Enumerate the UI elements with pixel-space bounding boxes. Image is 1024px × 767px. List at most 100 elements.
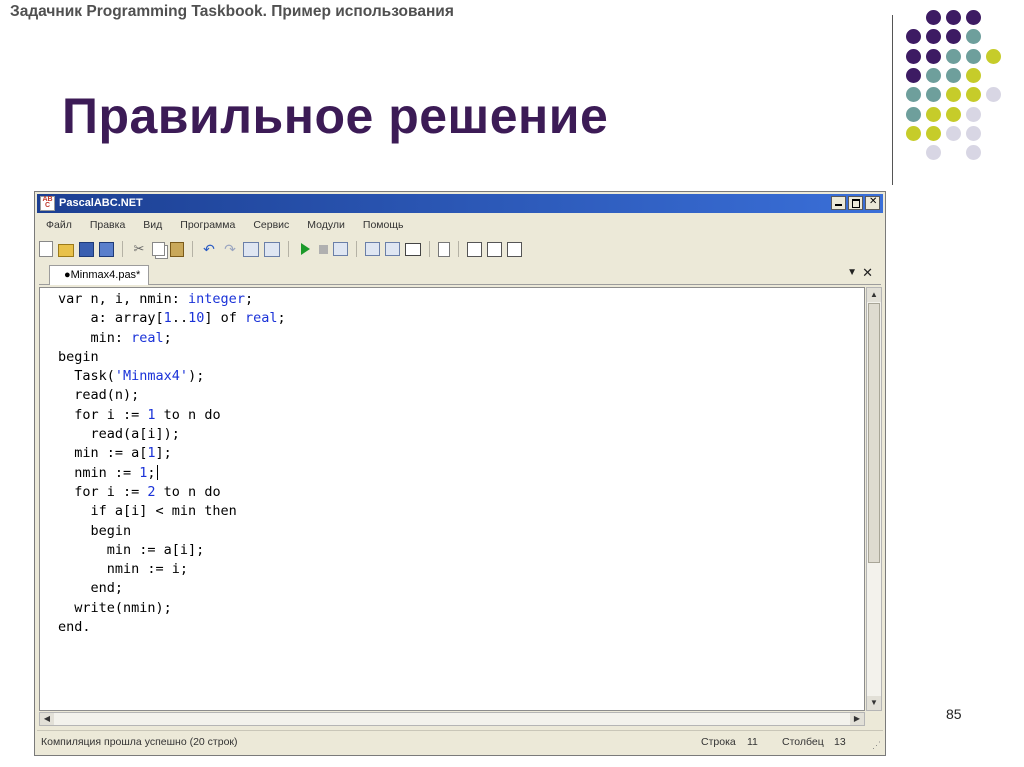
decorative-dot xyxy=(906,67,921,83)
resize-grip-icon[interactable]: ⋰ xyxy=(872,740,881,751)
horizontal-scrollbar[interactable]: ◀ ▶ xyxy=(39,712,865,726)
decorative-dot xyxy=(926,10,941,25)
debug-icon[interactable] xyxy=(333,242,348,256)
tab-list-dropdown-icon[interactable]: ▼ xyxy=(847,267,857,278)
decorative-dot xyxy=(926,48,941,64)
menu-file[interactable]: Файл xyxy=(37,219,81,231)
terminal-icon[interactable] xyxy=(405,242,421,256)
minimize-button[interactable] xyxy=(831,196,846,210)
line-label: Строка xyxy=(701,736,736,748)
decorative-dot xyxy=(986,48,1001,64)
column-label: Столбец xyxy=(782,736,824,748)
menu-program[interactable]: Программа xyxy=(171,219,244,231)
compile-status: Компиляция прошла успешно (20 строк) xyxy=(41,736,238,748)
code-line[interactable]: min := a[1]; xyxy=(58,444,286,463)
text-caret xyxy=(156,465,158,481)
page-number: 85 xyxy=(946,706,962,722)
generate-code-icon[interactable] xyxy=(243,241,259,257)
close-window-button[interactable] xyxy=(865,196,880,210)
code-line[interactable]: read(n); xyxy=(58,386,286,405)
code-line[interactable]: nmin := i; xyxy=(58,560,286,579)
new-file-icon[interactable] xyxy=(39,241,53,257)
vertical-scrollbar[interactable]: ▲ ▼ xyxy=(866,287,882,711)
scroll-thumb[interactable] xyxy=(868,303,880,563)
decorative-dot xyxy=(966,87,981,103)
open-folder-icon[interactable] xyxy=(58,244,74,257)
task-icon[interactable] xyxy=(467,241,482,257)
code-line[interactable]: begin xyxy=(58,348,286,367)
menu-modules[interactable]: Модули xyxy=(298,219,354,231)
code-line[interactable]: nmin := 1; xyxy=(58,464,286,483)
column-value: 13 xyxy=(834,736,846,748)
toolbar-separator xyxy=(288,241,289,257)
tab-minmax4[interactable]: ●Minmax4.pas* xyxy=(49,265,150,285)
decorative-dot xyxy=(926,106,941,122)
decorative-dot xyxy=(946,87,961,103)
decorative-dot xyxy=(946,29,961,45)
format-icon[interactable] xyxy=(264,241,280,257)
title-bar: AB C PascalABC.NET xyxy=(37,194,883,213)
close-tab-icon[interactable]: ✕ xyxy=(862,265,873,281)
code-line[interactable]: Task('Minmax4'); xyxy=(58,367,286,386)
scroll-left-icon[interactable]: ◀ xyxy=(40,713,54,725)
decorative-dot xyxy=(906,106,921,122)
decorative-dot xyxy=(946,67,961,83)
run-icon[interactable] xyxy=(301,243,310,255)
code-line[interactable]: min: real; xyxy=(58,329,286,348)
cut-icon[interactable]: ✂ xyxy=(131,241,147,257)
step-icon[interactable] xyxy=(385,242,400,256)
save-icon[interactable] xyxy=(79,241,94,257)
scroll-up-icon[interactable]: ▲ xyxy=(867,288,881,302)
decorative-dot xyxy=(926,87,941,103)
stop-icon[interactable] xyxy=(319,244,328,254)
task-demo-icon[interactable] xyxy=(487,241,502,257)
scroll-down-icon[interactable]: ▼ xyxy=(867,696,881,710)
copy-icon[interactable] xyxy=(152,242,165,256)
scroll-right-icon[interactable]: ▶ xyxy=(850,713,864,725)
toolbar: ✂ ↶ ↷ xyxy=(39,238,881,260)
toolbar-separator xyxy=(429,241,430,257)
slide-subtitle: Задачник Programming Taskbook. Пример ис… xyxy=(10,3,454,20)
code-editor[interactable]: var n, i, nmin: integer; a: array[1..10]… xyxy=(39,287,865,711)
decorative-dot xyxy=(946,10,961,25)
task-results-icon[interactable] xyxy=(507,241,522,257)
code-line[interactable]: end; xyxy=(58,579,286,598)
menu-edit[interactable]: Правка xyxy=(81,219,134,231)
document-icon[interactable] xyxy=(438,241,450,257)
redo-icon[interactable]: ↷ xyxy=(222,241,238,257)
decorative-dot xyxy=(946,125,961,141)
output-window-icon[interactable] xyxy=(365,242,380,256)
code-line[interactable]: begin xyxy=(58,522,286,541)
decorative-dot xyxy=(906,29,921,45)
decorative-dot xyxy=(906,125,921,141)
paste-icon[interactable] xyxy=(170,241,184,257)
status-bar: Компиляция прошла успешно (20 строк) Стр… xyxy=(37,730,883,753)
menu-bar: Файл Правка Вид Программа Сервис Модули … xyxy=(37,215,883,235)
code-line[interactable]: for i := 1 to n do xyxy=(58,406,286,425)
app-icon: AB C xyxy=(40,196,55,211)
code-line[interactable]: var n, i, nmin: integer; xyxy=(58,290,286,309)
code-line[interactable]: a: array[1..10] of real; xyxy=(58,309,286,328)
decorative-dot xyxy=(926,125,941,141)
decorative-dot xyxy=(966,10,981,25)
code-line[interactable]: if a[i] < min then xyxy=(58,502,286,521)
decorative-dot xyxy=(946,106,961,122)
code-line[interactable]: write(nmin); xyxy=(58,599,286,618)
decorative-dot xyxy=(966,125,981,141)
maximize-button[interactable] xyxy=(848,196,863,210)
code-text[interactable]: var n, i, nmin: integer; a: array[1..10]… xyxy=(58,290,286,637)
decorative-dot xyxy=(946,48,961,64)
code-line[interactable]: end. xyxy=(58,618,286,637)
code-line[interactable]: read(a[i]); xyxy=(58,425,286,444)
code-line[interactable]: for i := 2 to n do xyxy=(58,483,286,502)
menu-service[interactable]: Сервис xyxy=(244,219,298,231)
undo-icon[interactable]: ↶ xyxy=(201,241,217,257)
save-all-icon[interactable] xyxy=(99,241,114,257)
toolbar-separator xyxy=(458,241,459,257)
menu-help[interactable]: Помощь xyxy=(354,219,413,231)
window-controls xyxy=(831,196,880,210)
code-line[interactable]: min := a[i]; xyxy=(58,541,286,560)
menu-view[interactable]: Вид xyxy=(134,219,171,231)
toolbar-separator xyxy=(356,241,357,257)
decorative-dot xyxy=(966,106,981,122)
